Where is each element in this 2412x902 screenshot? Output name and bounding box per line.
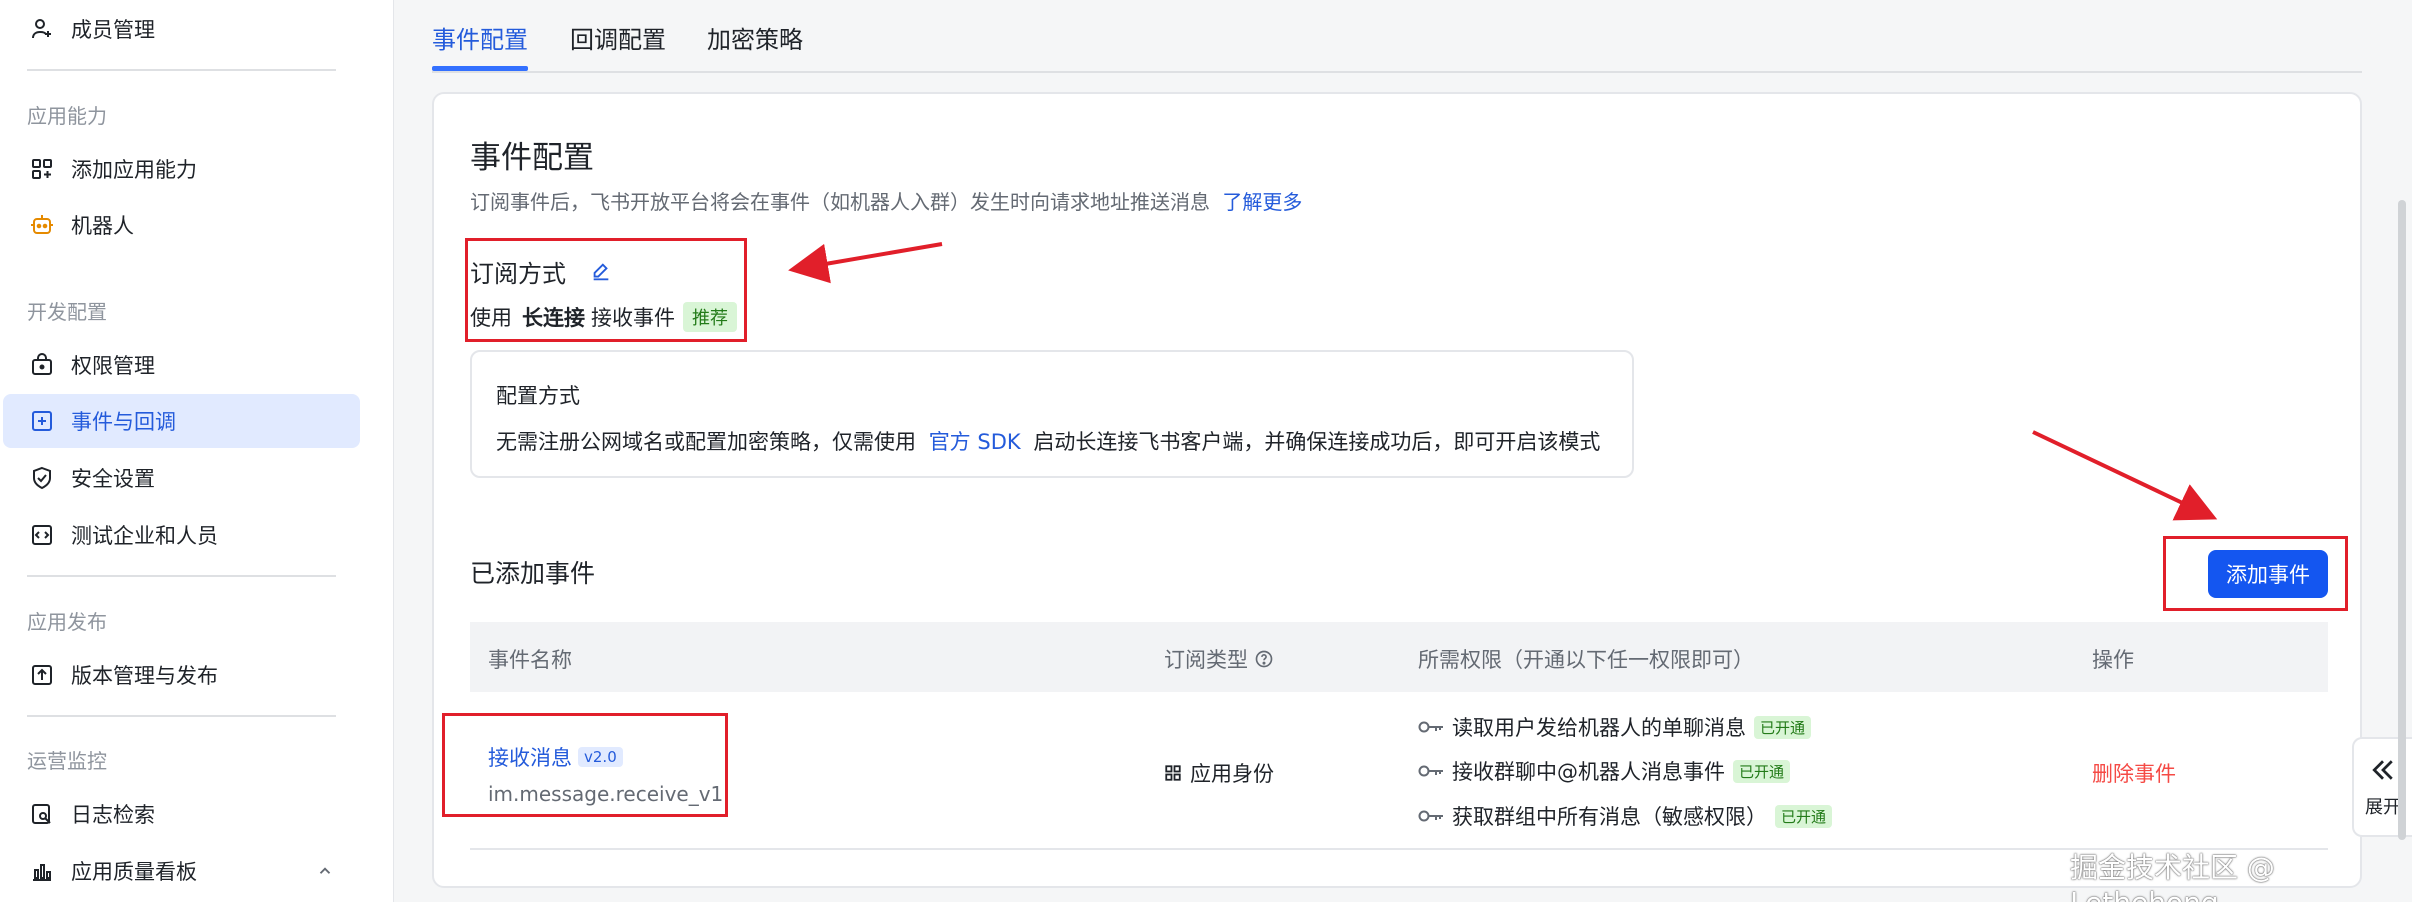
config-method-box: 配置方式 无需注册公网域名或配置加密策略，仅需使用 官方 SDK 启动长连接飞书… — [470, 350, 1634, 478]
permission-label: 获取群组中所有消息（敏感权限） — [1452, 805, 1767, 829]
event-icon — [29, 408, 55, 434]
scrollbar[interactable] — [2398, 200, 2406, 840]
user-add-icon — [29, 16, 55, 42]
section-label: 开发配置 — [27, 300, 107, 324]
config-desc-part2: 启动长连接飞书客户端，并确保连接成功后，即可开启该模式 — [1033, 430, 1601, 454]
annotation-box-add-event — [2163, 536, 2348, 611]
added-events-title: 已添加事件 — [470, 559, 596, 588]
sidebar-item-label: 版本管理与发布 — [71, 664, 218, 688]
sidebar-item-label: 事件与回调 — [71, 410, 176, 434]
sidebar-item-label: 应用质量看板 — [71, 860, 197, 884]
learn-more-link[interactable]: 了解更多 — [1222, 190, 1302, 214]
config-method-title: 配置方式 — [496, 384, 580, 408]
sidebar-item-permissions[interactable]: 权限管理 — [3, 338, 360, 392]
sidebar-item-members[interactable]: 成员管理 — [3, 2, 360, 56]
sidebar-item-quality[interactable]: 应用质量看板 — [3, 844, 360, 898]
section-label: 运营监控 — [27, 749, 107, 773]
double-chevron-left-icon — [2368, 755, 2398, 785]
log-search-icon — [29, 801, 55, 827]
permission-item: 读取用户发给机器人的单聊消息 已开通 — [1418, 712, 1812, 742]
subscribe-type-cell: 应用身份 — [1164, 758, 1274, 788]
tab-event-config[interactable]: 事件配置 — [432, 20, 528, 55]
sidebar-item-label: 添加应用能力 — [71, 158, 197, 182]
sidebar-item-label: 成员管理 — [71, 18, 155, 42]
robot-icon — [29, 212, 55, 238]
official-sdk-link[interactable]: 官方 SDK — [929, 430, 1021, 454]
app-grid-icon — [1164, 764, 1182, 782]
sidebar-item-test[interactable]: 测试企业和人员 — [3, 508, 360, 562]
watermark: 掘金技术社区 @ Lethehong — [2070, 851, 2275, 902]
expand-label: 展开 — [2365, 797, 2401, 818]
sidebar-item-robot[interactable]: 机器人 — [3, 198, 360, 252]
config-method-desc: 无需注册公网域名或配置加密策略，仅需使用 官方 SDK 启动长连接飞书客户端，并… — [496, 426, 1600, 456]
sidebar-item-label: 安全设置 — [71, 467, 155, 491]
upload-box-icon — [29, 662, 55, 688]
description-text: 订阅事件后，飞书开放平台将会在事件（如机器人入群）发生时向请求地址推送消息 — [470, 190, 1210, 214]
sidebar-item-add-ability[interactable]: 添加应用能力 — [3, 142, 360, 196]
section-label: 应用能力 — [27, 104, 107, 128]
code-box-icon — [29, 522, 55, 548]
help-icon[interactable] — [1254, 649, 1274, 669]
tab-encryption[interactable]: 加密策略 — [707, 20, 803, 55]
sidebar-item-logs[interactable]: 日志检索 — [3, 787, 360, 841]
chevron-up-icon[interactable] — [316, 844, 334, 898]
permission-item: 接收群聊中@机器人消息事件 已开通 — [1418, 756, 1791, 786]
sidebar: 成员管理 应用能力 添加应用能力 机器人 开发配置 权限管理 事件与回调 安全设… — [0, 0, 394, 902]
page-description: 订阅事件后，飞书开放平台将会在事件（如机器人入群）发生时向请求地址推送消息 了解… — [470, 186, 1302, 215]
key-icon — [1418, 720, 1444, 734]
permission-label: 读取用户发给机器人的单聊消息 — [1452, 716, 1746, 740]
col-subscribe-type: 订阅类型 — [1164, 644, 1274, 674]
annotation-box-event-row — [442, 713, 728, 817]
tab-bar: 事件配置 回调配置 加密策略 — [432, 0, 2362, 73]
shield-icon — [29, 465, 55, 491]
status-badge: 已开通 — [1733, 759, 1791, 783]
status-badge: 已开通 — [1775, 804, 1833, 828]
section-label: 应用发布 — [27, 610, 107, 634]
delete-event-link[interactable]: 删除事件 — [2092, 758, 2176, 788]
events-table-header: 事件名称 订阅类型 所需权限（开通以下任一权限即可） 操作 — [470, 622, 2328, 692]
row-divider — [470, 848, 2328, 850]
permission-item: 获取群组中所有消息（敏感权限） 已开通 — [1418, 801, 1833, 831]
sidebar-item-label: 机器人 — [71, 214, 134, 238]
col-event-name: 事件名称 — [488, 648, 572, 672]
permission-label: 接收群聊中@机器人消息事件 — [1452, 760, 1725, 784]
sidebar-item-events[interactable]: 事件与回调 — [3, 394, 360, 448]
active-tab-indicator — [432, 66, 528, 71]
col-action: 操作 — [2092, 648, 2134, 672]
sidebar-item-label: 权限管理 — [71, 354, 155, 378]
config-desc-part1: 无需注册公网域名或配置加密策略，仅需使用 — [496, 430, 916, 454]
divider — [27, 69, 336, 71]
divider — [27, 575, 336, 577]
divider — [27, 715, 336, 717]
col-subscribe-type-label: 订阅类型 — [1164, 648, 1248, 672]
subscribe-type-label: 应用身份 — [1190, 762, 1274, 786]
key-icon — [1418, 809, 1444, 823]
sidebar-item-release[interactable]: 版本管理与发布 — [3, 648, 360, 702]
status-badge: 已开通 — [1754, 715, 1812, 739]
sidebar-item-label: 日志检索 — [71, 803, 155, 827]
col-permissions: 所需权限（开通以下任一权限即可） — [1418, 648, 1754, 672]
apps-add-icon — [29, 156, 55, 182]
bar-chart-icon — [29, 858, 55, 884]
page-title: 事件配置 — [470, 140, 594, 176]
sidebar-item-security[interactable]: 安全设置 — [3, 451, 360, 505]
key-icon — [1418, 764, 1444, 778]
tab-callback-config[interactable]: 回调配置 — [570, 20, 666, 55]
sidebar-item-label: 测试企业和人员 — [71, 524, 218, 548]
annotation-box-subscribe — [465, 238, 747, 342]
lock-box-icon — [29, 352, 55, 378]
